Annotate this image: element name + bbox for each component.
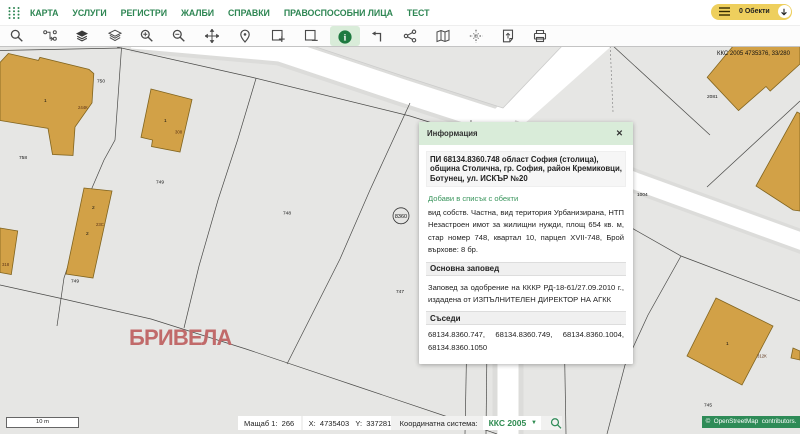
svg-text:ККС 2005 4735376, 33/280: ККС 2005 4735376, 33/280 <box>717 51 791 57</box>
svg-text:758: 758 <box>19 155 27 161</box>
svg-text:1: 1 <box>164 118 167 124</box>
svg-text:749: 749 <box>71 279 79 285</box>
svg-text:312К: 312К <box>757 354 767 359</box>
svg-text:23С: 23С <box>96 222 104 227</box>
svg-text:2081: 2081 <box>707 94 718 100</box>
svg-text:1004: 1004 <box>637 192 648 198</box>
svg-text:2: 2 <box>86 231 89 237</box>
svg-text:318: 318 <box>2 262 10 267</box>
svg-text:2: 2 <box>92 205 95 211</box>
svg-text:1: 1 <box>726 341 729 347</box>
svg-text:308: 308 <box>175 130 183 135</box>
svg-text:747: 747 <box>396 289 404 295</box>
svg-text:745: 745 <box>704 403 712 409</box>
svg-text:8360: 8360 <box>395 214 407 220</box>
svg-text:i: i <box>344 33 347 43</box>
svg-text:1: 1 <box>44 98 47 104</box>
svg-text:749: 749 <box>156 180 164 186</box>
svg-text:748: 748 <box>283 211 291 217</box>
svg-text:БРИВЕЛА: БРИВЕЛА <box>129 325 232 350</box>
svg-text:750: 750 <box>97 79 105 85</box>
svg-text:244К: 244К <box>78 105 88 110</box>
